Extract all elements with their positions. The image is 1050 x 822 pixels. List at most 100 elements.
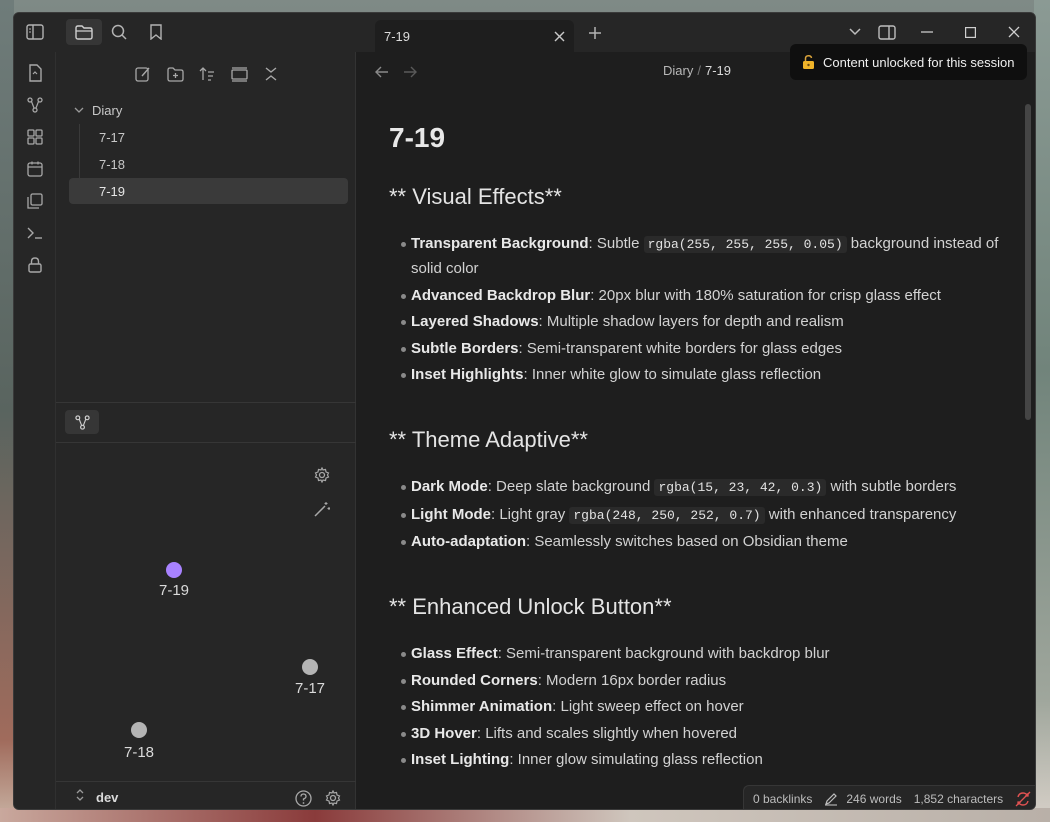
edit-mode-pencil-icon[interactable] — [824, 792, 838, 806]
minimize-icon[interactable] — [912, 19, 942, 45]
list-item: Shimmer Animation: Light sweep effect on… — [389, 695, 1009, 719]
list-item-text: : Multiple shadow layers for depth and r… — [538, 313, 844, 330]
note-content[interactable]: 7-19 ** Visual Effects** Transparent Back… — [389, 122, 1009, 809]
new-tab-icon[interactable] — [582, 21, 608, 45]
toast-text: Content unlocked for this session — [823, 54, 1015, 70]
close-tab-icon[interactable] — [550, 27, 568, 45]
folder-children: 7-17 7-18 7-19 — [69, 124, 348, 204]
settings-gear-icon[interactable] — [322, 787, 344, 809]
file-explorer-icon[interactable] — [66, 19, 102, 45]
folder-label: Diary — [92, 102, 123, 118]
list-item-text: : Semi-transparent background with backd… — [497, 645, 830, 662]
maximize-icon[interactable] — [955, 19, 985, 45]
list-item-text: : 20px blur with 180% saturation for cri… — [590, 286, 941, 304]
command-palette-terminal-icon[interactable] — [24, 222, 46, 244]
app-window: 7-19 Diary 7-17 7-18 7-19 7-19 7-17 7-18… — [13, 12, 1036, 810]
open-quick-switcher-icon[interactable] — [24, 62, 46, 84]
folder-diary[interactable]: Diary — [68, 97, 348, 123]
list-item-text: : Seamlessly switches based on Obsidian … — [525, 533, 848, 550]
lock-icon[interactable] — [24, 254, 46, 276]
list-item-text: : Subtle — [588, 235, 644, 252]
new-note-icon[interactable] — [131, 62, 155, 86]
vault-name[interactable]: dev — [96, 790, 118, 805]
list-item-term: Glass Effect — [411, 645, 498, 662]
list-item-term: Transparent Background — [411, 235, 589, 252]
backlinks-count[interactable]: 0 backlinks — [753, 792, 812, 806]
chevron-down-icon — [74, 107, 86, 114]
graph-header-divider — [56, 442, 356, 443]
canvas-icon[interactable] — [24, 126, 46, 148]
status-bar: 0 backlinks 246 words 1,852 characters — [743, 785, 1035, 809]
list-item-text: with subtle borders — [826, 478, 957, 495]
tab-current-note[interactable]: 7-19 — [375, 20, 574, 52]
list-item: 3D Hover: Lifts and scales slightly when… — [389, 722, 1009, 746]
toggle-sidebar-icon[interactable] — [20, 19, 50, 45]
list-item-text: : Deep slate background — [487, 478, 655, 495]
toggle-right-sidebar-icon[interactable] — [872, 19, 902, 45]
file-tree: Diary 7-17 7-18 7-19 — [68, 97, 348, 204]
list-item-text: : Inner white glow to simulate glass ref… — [523, 366, 822, 383]
list-item-term: Inset Highlights — [411, 366, 524, 383]
list-item-term: Light Mode — [411, 505, 491, 523]
unlock-notice-toast: Content unlocked for this session — [790, 44, 1027, 80]
file-item-7-18[interactable]: 7-18 — [69, 151, 348, 177]
graph-node-label: 7-17 — [294, 680, 326, 697]
character-count: 1,852 characters — [913, 791, 1004, 806]
editor-scrollbar[interactable] — [1025, 104, 1031, 420]
close-window-icon[interactable] — [999, 19, 1029, 45]
graph-node-7-19[interactable] — [166, 562, 182, 578]
graph-view-icon[interactable] — [24, 94, 46, 116]
list-item-term: Advanced Backdrop Blur — [411, 286, 591, 304]
bookmark-icon[interactable] — [141, 19, 171, 45]
new-folder-icon[interactable] — [163, 62, 187, 86]
breadcrumb-current[interactable]: 7-19 — [705, 63, 731, 78]
collapse-all-icon[interactable] — [259, 62, 283, 86]
list-item: Dark Mode: Deep slate background rgba(15… — [389, 475, 1009, 500]
pane-divider[interactable] — [56, 402, 356, 403]
note-title: 7-19 — [389, 122, 446, 153]
list-item-term: 3D Hover — [411, 724, 477, 742]
breadcrumb-separator: / — [697, 63, 701, 78]
tab-list-chevron-down-icon[interactable] — [840, 19, 870, 45]
vault-switcher-bar: dev — [56, 781, 356, 809]
list-item: Glass Effect: Semi-transparent backgroun… — [389, 642, 1009, 666]
templates-copy-icon[interactable] — [24, 190, 46, 212]
list-item: Inset Highlights: Inner white glow to si… — [389, 363, 1009, 387]
sort-order-icon[interactable] — [195, 62, 219, 86]
left-sidebar: Diary 7-17 7-18 7-19 7-19 7-17 7-18 dev — [56, 52, 356, 809]
breadcrumb-folder[interactable]: Diary — [663, 63, 693, 78]
list-item: Subtle Borders: Semi-transparent white b… — [389, 337, 1009, 361]
search-icon[interactable] — [104, 19, 134, 45]
list-item-text: : Semi-transparent white borders for gla… — [518, 339, 843, 357]
list-item: Light Mode: Light gray rgba(248, 250, 25… — [389, 503, 1009, 528]
graph-settings-gear-icon[interactable] — [312, 465, 332, 485]
graph-node-label: 7-19 — [158, 582, 190, 599]
inline-code: rgba(248, 250, 252, 0.7) — [569, 506, 765, 524]
sync-error-icon[interactable] — [1015, 791, 1031, 807]
list-item-term: Shimmer Animation — [411, 698, 553, 715]
graph-node-7-18[interactable] — [131, 722, 147, 738]
list-item: Inset Lighting: Inner glow simulating gl… — [389, 748, 1009, 772]
graph-node-7-17[interactable] — [302, 659, 318, 675]
list-item-text: : Light sweep effect on hover — [552, 698, 744, 715]
desktop-background-right — [1034, 0, 1050, 822]
list-item: Rounded Corners: Modern 16px border radi… — [389, 669, 1009, 693]
file-item-7-17[interactable]: 7-17 — [69, 124, 348, 150]
unlocked-padlock-icon — [802, 55, 815, 69]
tab-title: 7-19 — [384, 28, 411, 44]
help-icon[interactable] — [292, 787, 314, 809]
inline-code: rgba(15, 23, 42, 0.3) — [654, 479, 827, 496]
list-item-text: : Lifts and scales slightly when hovered — [476, 724, 738, 742]
inline-code: rgba(255, 255, 255, 0.05) — [643, 236, 847, 253]
calendar-icon[interactable] — [24, 158, 46, 180]
desktop-background-bottom — [0, 808, 1050, 822]
graph-node-label: 7-18 — [123, 744, 155, 761]
editor-pane: Diary / 7-19 Content unlocked for this ses… — [357, 44, 1035, 809]
local-graph-tab-icon[interactable] — [65, 410, 99, 434]
vault-switch-chevrons-icon[interactable] — [75, 788, 85, 802]
section-heading: ** Visual Effects** — [389, 184, 562, 209]
list-item: Transparent Background: Subtle rgba(255,… — [389, 232, 1009, 281]
graph-animate-wand-icon[interactable] — [312, 499, 332, 519]
auto-reveal-icon[interactable] — [227, 62, 251, 86]
file-item-7-19[interactable]: 7-19 — [69, 178, 348, 204]
